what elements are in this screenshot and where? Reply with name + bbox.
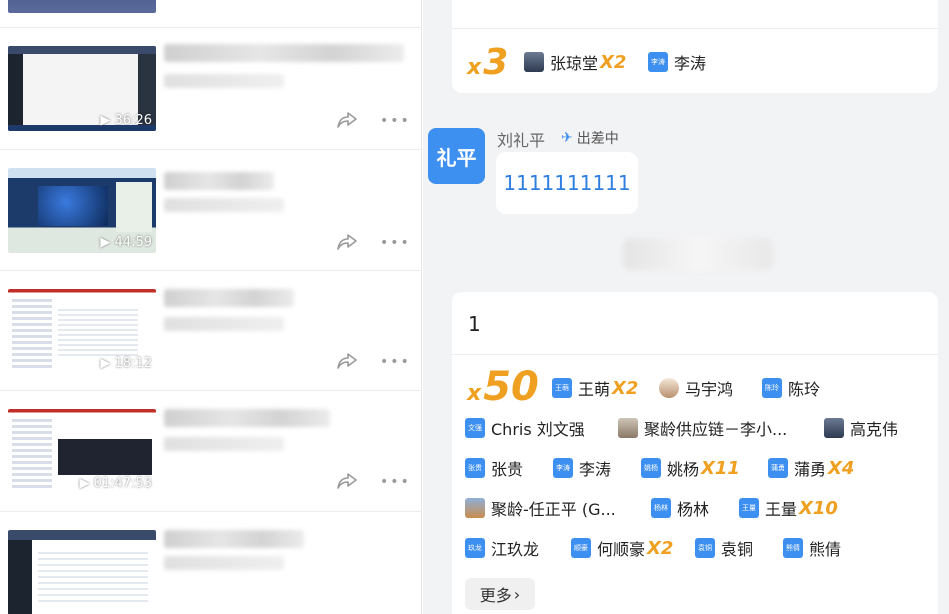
message-bubble[interactable]: 1111111111 (496, 152, 638, 214)
reactor-chip[interactable]: 姚杨 姚杨 X11 (641, 456, 740, 480)
avatar (618, 418, 638, 438)
video-thumbnail[interactable] (8, 0, 156, 13)
avatar: 袁铜 (695, 538, 715, 558)
video-subtitle (164, 317, 284, 331)
video-subtitle (164, 74, 284, 88)
share-icon[interactable] (336, 471, 360, 491)
avatar: 杨林 (651, 498, 671, 518)
show-more-button[interactable]: 更多 › (465, 578, 535, 610)
airplane-icon: ✈ (561, 130, 573, 146)
video-duration: ▶ 36:26 (100, 113, 152, 128)
reactor-chip[interactable]: 陈玲 陈玲 (762, 376, 820, 400)
video-title (164, 530, 304, 548)
more-options-icon[interactable]: ••• (380, 355, 409, 369)
reaction-card: 1 x 50 王萌 王萌 X2 马宇鸿 陈玲 陈玲 文强 Chris 刘文强 聚… (452, 292, 938, 614)
avatar: 熊倩 (783, 538, 803, 558)
reaction-card: x 3 张琼堂 X2 李涛 李涛 (452, 0, 938, 93)
video-thumbnail[interactable]: ▶ 18:12 (8, 289, 156, 374)
avatar: 玖龙 (465, 538, 485, 558)
video-subtitle (164, 556, 284, 570)
reactor-chip[interactable]: 王量 王量 X10 (739, 496, 838, 520)
video-list: ▶ 36:26 ••• ▶ 44:59 ••• ▶ 18:12 ••• ▶ 01… (0, 0, 422, 614)
reaction-count: x 50 (467, 364, 539, 410)
chevron-right-icon: › (513, 584, 521, 604)
reactor-chip[interactable]: 聚龄供应链－李小... (618, 416, 787, 440)
video-title (164, 44, 404, 62)
share-icon[interactable] (336, 110, 360, 130)
reactor-chip[interactable]: 顺豪 何顺豪 X2 (571, 536, 673, 560)
avatar: 蒲勇 (768, 458, 788, 478)
app-window: ▶ 36:26 ••• ▶ 44:59 ••• ▶ 18:12 ••• ▶ 01… (0, 0, 949, 614)
avatar (659, 378, 679, 398)
status-badge: ✈ 出差中 (561, 130, 619, 147)
list-item[interactable] (0, 512, 421, 614)
video-subtitle (164, 437, 284, 451)
avatar: 陈玲 (762, 378, 782, 398)
share-icon[interactable] (336, 232, 360, 252)
list-item[interactable]: ▶ 36:26 ••• (0, 28, 421, 150)
video-thumbnail[interactable]: ▶ 44:59 (8, 168, 156, 253)
video-title (164, 172, 274, 190)
reactor-chip[interactable]: 王萌 王萌 X2 (552, 376, 638, 400)
sender-name: 刘礼平 (497, 131, 546, 150)
sender-avatar[interactable]: 礼平 (428, 128, 485, 184)
share-icon[interactable] (336, 351, 360, 371)
chat-panel: x 3 张琼堂 X2 李涛 李涛 礼平 刘礼平 ✈ 出差中 1111111111… (423, 0, 949, 614)
video-subtitle (164, 198, 284, 212)
reactor-chip[interactable]: 聚龄-任正平 (G... (465, 496, 616, 520)
avatar: 文强 (465, 418, 485, 438)
reactor-chip[interactable]: 李涛 李涛 (553, 456, 611, 480)
avatar: 王量 (739, 498, 759, 518)
reactor-chip[interactable]: 文强 Chris 刘文强 (465, 416, 585, 440)
message-content: 1 (468, 312, 481, 336)
avatar (524, 52, 544, 72)
reactor-chip[interactable]: 李涛 李涛 (648, 50, 706, 74)
reactor-chip[interactable]: 张琼堂 X2 (524, 50, 626, 74)
more-options-icon[interactable]: ••• (380, 114, 409, 128)
video-title (164, 289, 294, 307)
list-item[interactable]: ▶ 44:59 ••• (0, 150, 421, 271)
reactor-chip[interactable]: 玖龙 江玖龙 (465, 536, 539, 560)
video-duration: ▶ 18:12 (100, 356, 152, 371)
avatar: 张贵 (465, 458, 485, 478)
reactor-chip[interactable]: 熊倩 熊倩 (783, 536, 841, 560)
avatar: 顺豪 (571, 538, 591, 558)
avatar (465, 498, 485, 518)
avatar: 王萌 (552, 378, 572, 398)
video-thumbnail[interactable]: ▶ 36:26 (8, 46, 156, 131)
more-options-icon[interactable]: ••• (380, 236, 409, 250)
reactor-chip[interactable]: 高克伟 (824, 416, 898, 440)
video-thumbnail[interactable]: ▶ 01:47:53 (8, 409, 156, 494)
avatar (824, 418, 844, 438)
video-title (164, 409, 330, 427)
video-thumbnail[interactable] (8, 530, 156, 614)
system-notice (623, 238, 773, 270)
avatar: 姚杨 (641, 458, 661, 478)
reactor-chip[interactable]: 马宇鸿 (659, 376, 733, 400)
video-duration: ▶ 01:47:53 (79, 476, 152, 491)
avatar: 李涛 (648, 52, 668, 72)
list-item[interactable]: ▶ 01:47:53 ••• (0, 391, 421, 512)
reactor-chip[interactable]: 蒲勇 蒲勇 X4 (768, 456, 854, 480)
avatar: 李涛 (553, 458, 573, 478)
list-item[interactable] (0, 0, 421, 28)
video-duration: ▶ 44:59 (100, 235, 152, 250)
reaction-count: x 3 (467, 42, 509, 83)
reactor-chip[interactable]: 杨林 杨林 (651, 496, 709, 520)
more-options-icon[interactable]: ••• (380, 475, 409, 489)
list-item[interactable]: ▶ 18:12 ••• (0, 271, 421, 391)
reactor-chip[interactable]: 袁铜 袁铜 (695, 536, 753, 560)
reactor-chip[interactable]: 张贵 张贵 (465, 456, 523, 480)
